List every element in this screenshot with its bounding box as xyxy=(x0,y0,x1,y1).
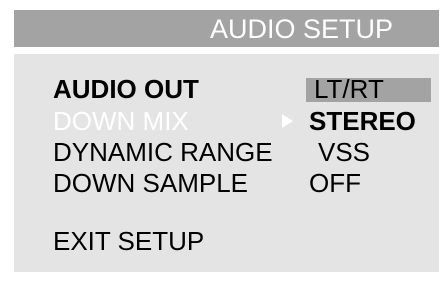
menu-item-dynamic-range[interactable]: DYNAMIC RANGE xyxy=(53,139,273,165)
down-mix-value[interactable]: STEREO xyxy=(309,108,416,134)
menu-item-down-sample[interactable]: DOWN SAMPLE xyxy=(53,170,248,196)
menu-item-down-mix[interactable]: DOWN MIX xyxy=(53,108,189,134)
title-divider xyxy=(14,47,439,54)
audio-out-value[interactable]: LT/RT xyxy=(314,76,384,102)
down-sample-value[interactable]: OFF xyxy=(309,170,361,196)
submenu-arrow-icon xyxy=(282,114,293,128)
menu-title: AUDIO SETUP xyxy=(209,14,393,44)
menu-item-exit-setup[interactable]: EXIT SETUP xyxy=(53,228,204,254)
audio-setup-panel: AUDIO SETUP AUDIO OUT LT/RT DOWN MIX STE… xyxy=(14,10,439,272)
dynamic-range-value[interactable]: VSS xyxy=(318,139,370,165)
menu-item-audio-out[interactable]: AUDIO OUT xyxy=(53,76,199,102)
title-bar: AUDIO SETUP xyxy=(14,10,439,47)
